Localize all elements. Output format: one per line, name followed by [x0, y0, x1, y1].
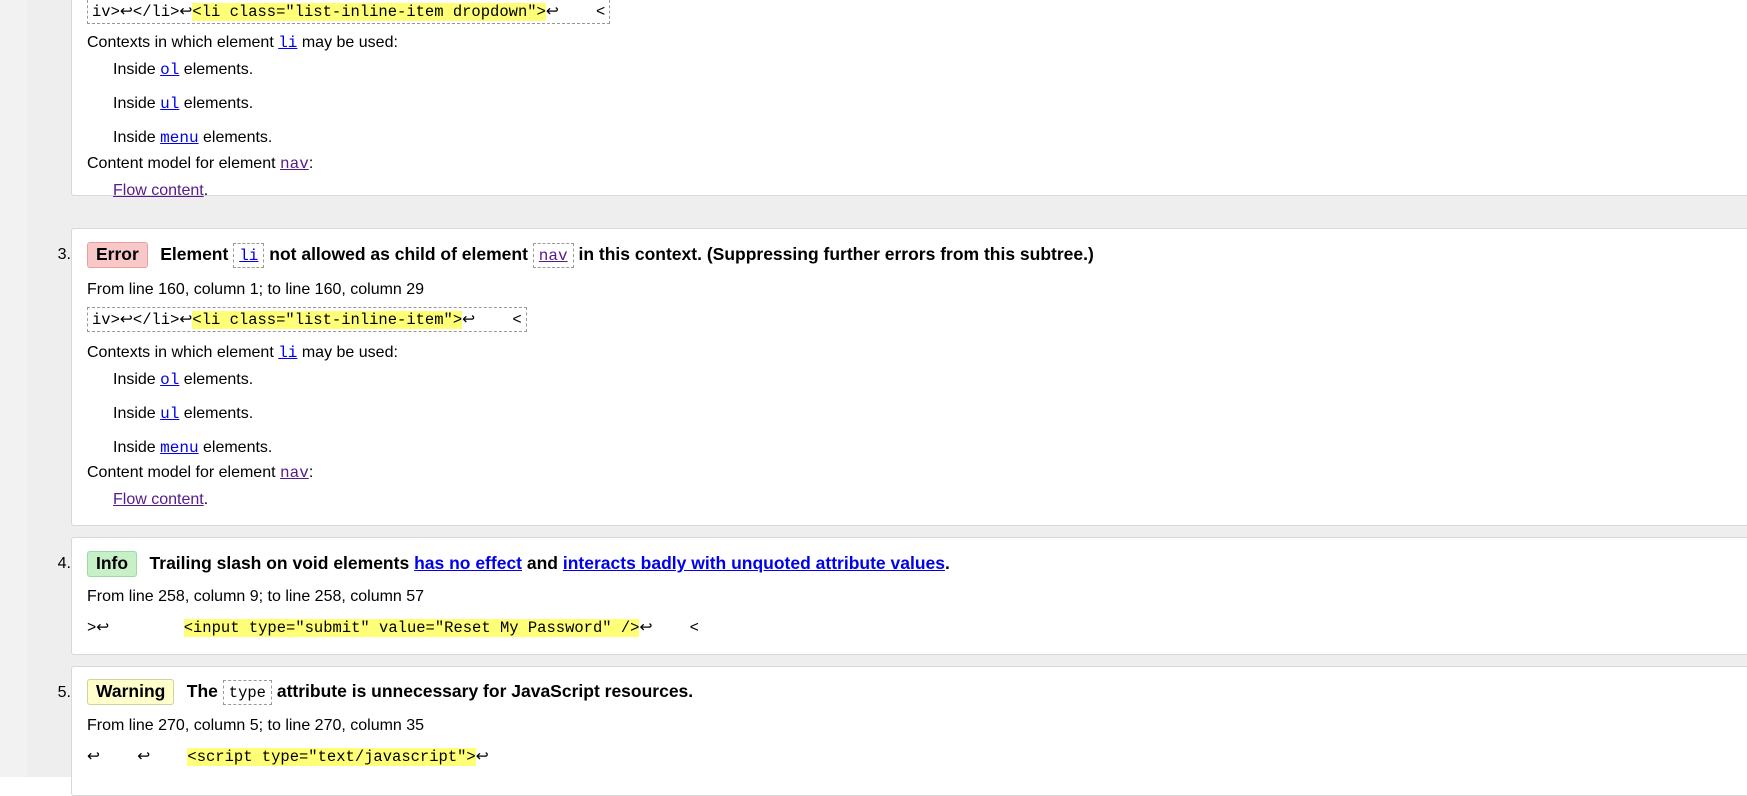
context-item: Inside ol elements. — [113, 61, 254, 79]
error-badge: Error — [87, 242, 148, 268]
element-link-li[interactable]: li — [278, 344, 297, 362]
location-text: From line 258, column 9; to line 258, co… — [87, 588, 425, 605]
flow-content-link[interactable]: Flow content — [113, 182, 204, 199]
element-link-li[interactable]: li — [239, 247, 258, 265]
element-link-nav[interactable]: nav — [280, 464, 309, 482]
content-model-value: Flow content. — [113, 182, 209, 199]
element-link-menu[interactable]: menu — [160, 129, 198, 147]
message-number: 4. — [57, 555, 71, 572]
content-model-heading: Content model for element nav: — [87, 155, 314, 173]
code-chip-li: li — [233, 243, 265, 269]
extract-highlight: <li class="list-inline-item"> — [192, 311, 463, 329]
message-title: Warning The type attribute is unnecessar… — [87, 679, 693, 706]
source-extract: >↩ <input type="submit" value="Reset My … — [87, 619, 699, 637]
source-extract: iv>↩</li>↩<li class="list-inline-item">↩… — [87, 307, 527, 332]
element-link-menu[interactable]: menu — [160, 439, 198, 457]
message-card-3 — [71, 228, 1747, 526]
contexts-heading: Contexts in which element li may be used… — [87, 344, 398, 362]
content-model-value: Flow content. — [113, 491, 209, 508]
context-item: Inside ul elements. — [113, 405, 254, 423]
extract-highlight: <script type="text/javascript"> — [187, 748, 476, 766]
location-text: From line 270, column 5; to line 270, co… — [87, 717, 425, 734]
info-badge: Info — [87, 551, 138, 577]
code-chip-nav: nav — [532, 243, 574, 269]
contexts-heading: Contexts in which element li may be used… — [87, 34, 398, 52]
element-link-ul[interactable]: ul — [160, 95, 179, 113]
extract-highlight: <li class="list-inline-item dropdown"> — [192, 3, 546, 21]
source-extract: ↩ ↩ <script type="text/javascript">↩ — [87, 748, 489, 766]
content-model-heading: Content model for element nav: — [87, 464, 314, 482]
message-card-2 — [71, 0, 1747, 196]
warning-badge: Warning — [87, 679, 175, 705]
message-number: 5. — [57, 684, 71, 701]
element-link-ul[interactable]: ul — [160, 405, 179, 423]
message-number: 3. — [57, 246, 71, 263]
context-item: Inside menu elements. — [113, 129, 273, 147]
has-no-effect-link[interactable]: has no effect — [414, 553, 522, 573]
message-title: Info Trailing slash on void elements has… — [87, 551, 950, 577]
context-item: Inside ol elements. — [113, 371, 254, 389]
context-item: Inside menu elements. — [113, 439, 273, 457]
element-link-li[interactable]: li — [278, 34, 297, 52]
code-chip-type: type — [222, 680, 272, 706]
extract-highlight: <input type="submit" value="Reset My Pas… — [183, 619, 640, 637]
location-text: From line 160, column 1; to line 160, co… — [87, 281, 425, 298]
element-link-nav[interactable]: nav — [280, 155, 309, 173]
unquoted-attributes-link[interactable]: interacts badly with unquoted attribute … — [563, 553, 945, 573]
context-item: Inside ul elements. — [113, 95, 254, 113]
source-extract: iv>↩</li>↩<li class="list-inline-item dr… — [87, 0, 611, 24]
element-link-ol[interactable]: ol — [160, 61, 179, 79]
message-title: Error Element li not allowed as child of… — [87, 242, 1094, 269]
flow-content-link[interactable]: Flow content — [113, 491, 204, 508]
element-link-ol[interactable]: ol — [160, 371, 179, 389]
left-gutter — [0, 0, 27, 777]
element-link-nav[interactable]: nav — [539, 247, 568, 265]
